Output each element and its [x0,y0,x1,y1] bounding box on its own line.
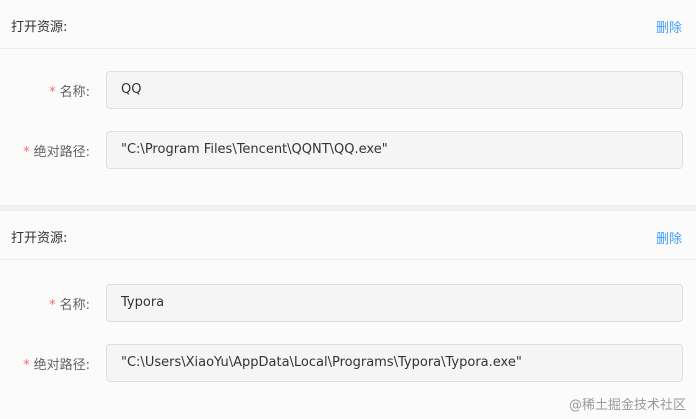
resource-card: 打开资源: 删除 * 名称: Typora * 绝对路径: "C:\Users\Xi… [0,211,696,419]
resource-card-header: 打开资源: 删除 [0,0,696,49]
name-label: * 名称: [49,81,90,100]
path-form-row: * 绝对路径: "C:\Users\XiaoYu\AppData\Local\Pr… [0,344,696,382]
path-input[interactable]: "C:\Program Files\Tencent\QQNT\QQ.exe" [106,131,683,169]
watermark: @稀土掘金技术社区 [568,398,686,413]
path-input[interactable]: "C:\Users\XiaoYu\AppData\Local\Programs\… [106,344,683,382]
name-form-row: * 名称: QQ [0,71,696,109]
resource-card-header: 打开资源: 删除 [0,211,696,260]
resource-card-title: 打开资源: [11,231,68,246]
name-input[interactable]: Typora [106,284,683,322]
required-asterisk: * [23,145,30,160]
path-form-row: * 绝对路径: "C:\Program Files\Tencent\QQNT\QQ… [0,131,696,169]
path-label-text: 绝对路径: [33,358,90,373]
required-asterisk: * [49,298,56,313]
delete-button[interactable]: 删除 [656,228,682,247]
name-form-row: * 名称: Typora [0,284,696,322]
name-input[interactable]: QQ [106,71,683,109]
delete-button[interactable]: 删除 [656,17,682,36]
name-label: * 名称: [49,294,90,313]
path-label: * 绝对路径: [23,354,90,373]
name-label-text: 名称: [59,298,90,313]
name-label-text: 名称: [59,85,90,100]
path-label: * 绝对路径: [23,141,90,160]
resource-card-title: 打开资源: [11,20,68,35]
path-label-text: 绝对路径: [33,145,90,160]
required-asterisk: * [23,358,30,373]
required-asterisk: * [49,85,56,100]
resource-card: 打开资源: 删除 * 名称: QQ * 绝对路径: "C:\Program File… [0,0,696,205]
